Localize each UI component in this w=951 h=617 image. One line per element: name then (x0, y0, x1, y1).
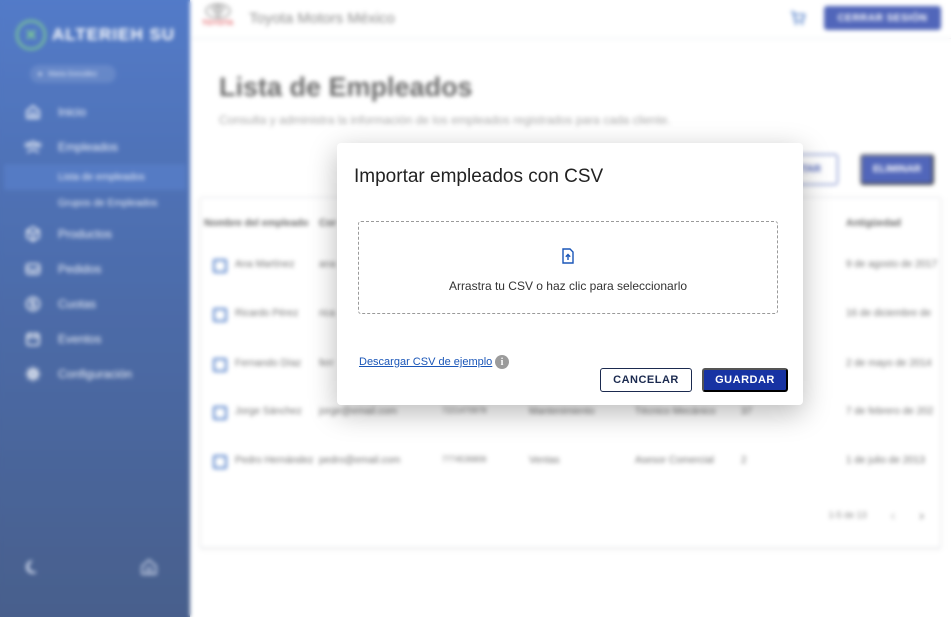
file-upload-icon (561, 248, 575, 269)
app: ✕ ALTERIEH SU ● Maria González Inicio Em… (0, 0, 951, 617)
dialog-title: Importar empleados con CSV (354, 166, 604, 187)
csv-dropzone[interactable]: Arrastra tu CSV o haz clic para seleccio… (358, 221, 778, 314)
import-csv-dialog: Importar empleados con CSV Arrastra tu C… (337, 143, 803, 405)
save-button[interactable]: GUARDAR (702, 368, 788, 392)
cancel-button[interactable]: CANCELAR (600, 368, 692, 392)
dropzone-text: Arrastra tu CSV o haz clic para seleccio… (448, 279, 688, 293)
download-sample-csv-link[interactable]: Descargar CSV de ejemplo (359, 356, 492, 368)
info-icon[interactable]: i (495, 355, 509, 369)
